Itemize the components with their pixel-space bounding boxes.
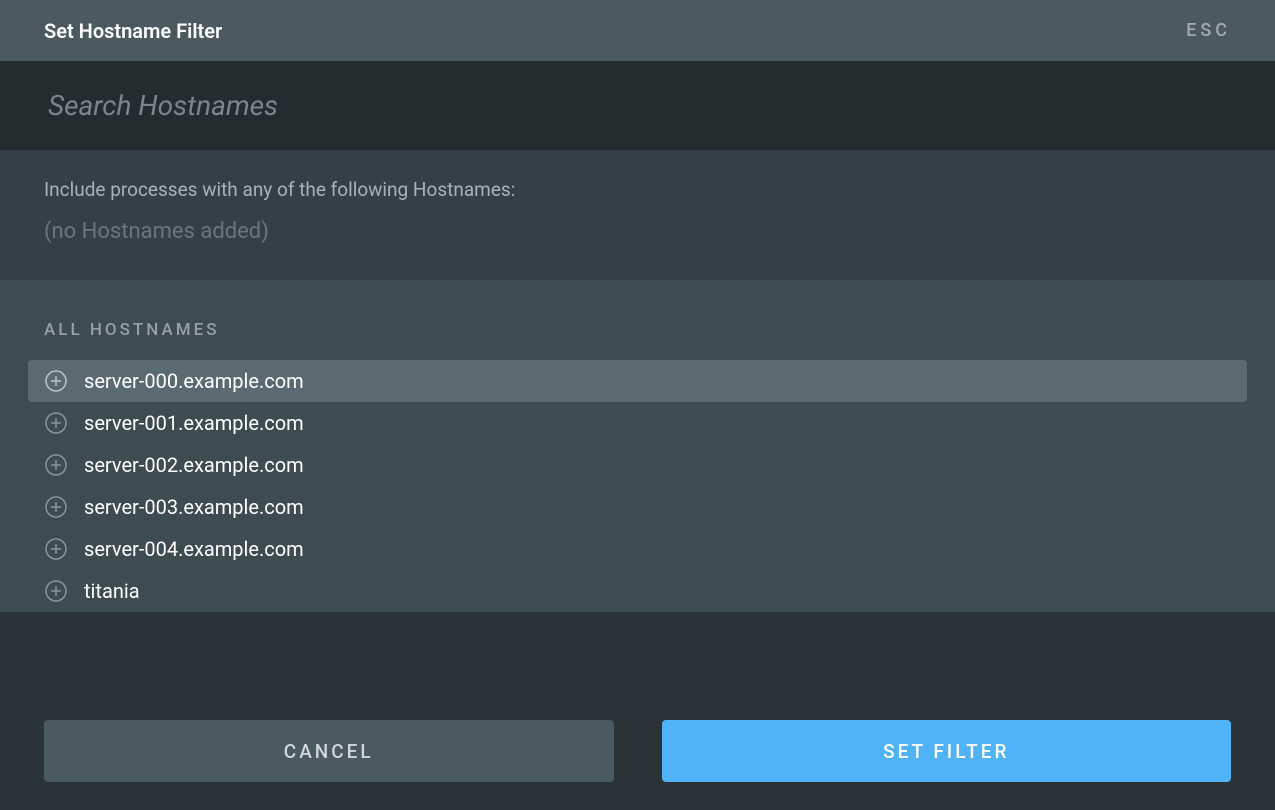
dialog-title: Set Hostname Filter — [44, 19, 222, 43]
hostname-list: server-000.example.com server-001.exampl… — [0, 360, 1275, 612]
add-icon — [44, 537, 68, 561]
all-hostnames-header: ALL HOSTNAMES — [0, 320, 1275, 340]
dialog-header: Set Hostname Filter ESC — [0, 0, 1275, 61]
empty-hostnames-message: (no Hostnames added) — [44, 219, 1231, 244]
add-icon — [44, 411, 68, 435]
hostname-item[interactable]: server-003.example.com — [28, 486, 1247, 528]
hostname-item[interactable]: server-004.example.com — [28, 528, 1247, 570]
add-icon — [44, 495, 68, 519]
hostname-label: titania — [84, 579, 140, 603]
search-section — [0, 61, 1275, 150]
esc-button[interactable]: ESC — [1186, 20, 1231, 41]
dialog-footer: CANCEL SET FILTER — [0, 692, 1275, 810]
hostname-item[interactable]: server-001.example.com — [28, 402, 1247, 444]
add-icon — [44, 369, 68, 393]
add-icon — [44, 453, 68, 477]
hostname-label: server-000.example.com — [84, 369, 304, 393]
include-description: Include processes with any of the follow… — [44, 178, 1231, 201]
hostname-label: server-002.example.com — [84, 453, 304, 477]
hostname-item[interactable]: titania — [28, 570, 1247, 612]
add-icon — [44, 579, 68, 603]
hostname-label: server-003.example.com — [84, 495, 304, 519]
hostname-label: server-004.example.com — [84, 537, 304, 561]
hostname-item[interactable]: server-002.example.com — [28, 444, 1247, 486]
include-section: Include processes with any of the follow… — [0, 150, 1275, 280]
hostname-item[interactable]: server-000.example.com — [28, 360, 1247, 402]
search-input[interactable] — [48, 89, 1227, 122]
all-hostnames-section: ALL HOSTNAMES server-000.example.com ser… — [0, 280, 1275, 612]
hostname-label: server-001.example.com — [84, 411, 304, 435]
set-filter-button[interactable]: SET FILTER — [662, 720, 1232, 782]
cancel-button[interactable]: CANCEL — [44, 720, 614, 782]
